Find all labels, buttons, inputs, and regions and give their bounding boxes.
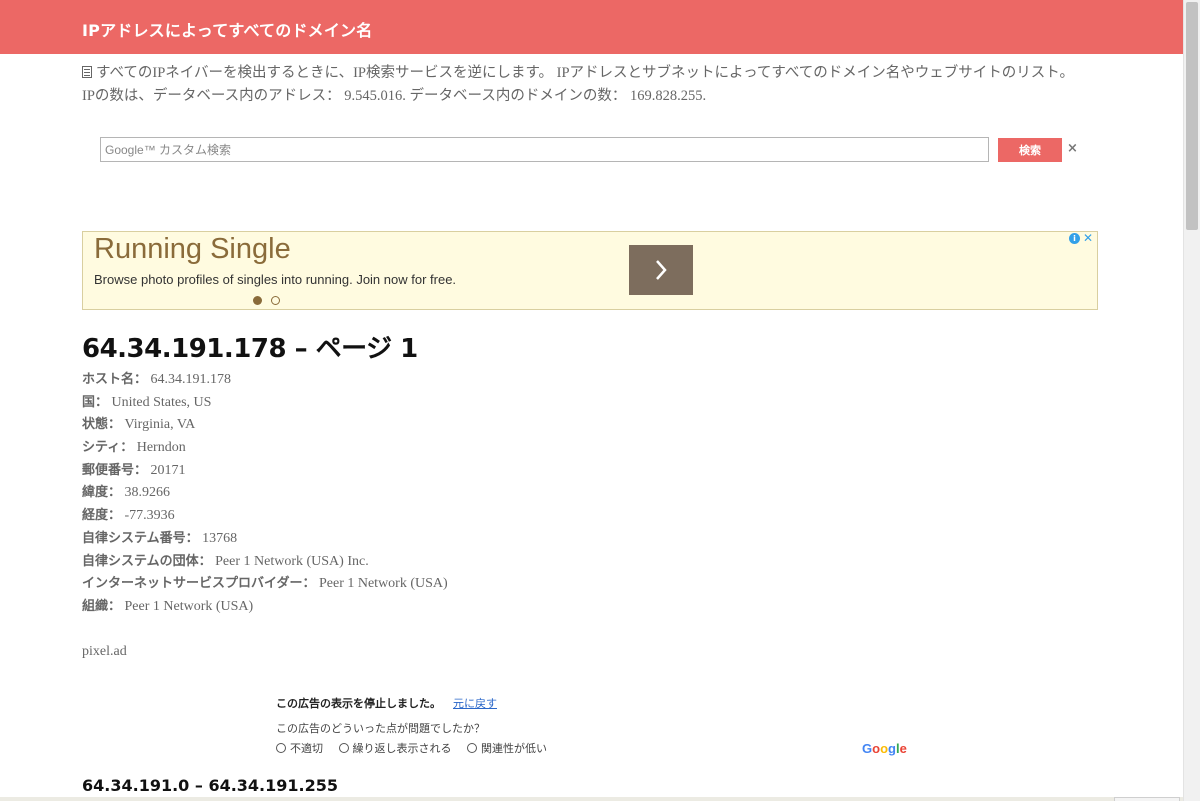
detail-row-state: 状態： Virginia, VA xyxy=(82,414,782,437)
site-header: IPアドレスによってすべてのドメイン名 xyxy=(0,0,1183,54)
detail-value: 13768 xyxy=(202,530,238,546)
pixel-ad-text: pixel.ad xyxy=(82,644,127,659)
feedback-option-inappropriate[interactable]: 不適切 xyxy=(276,740,323,756)
document-icon xyxy=(82,66,92,78)
scrollbar-thumb[interactable] xyxy=(1186,2,1198,230)
ad-feedback-panel: この広告の表示を停止しました。 元に戻す この広告のどういった点が問題でしたか？… xyxy=(276,695,916,765)
detail-value: 38.9266 xyxy=(124,485,171,501)
status-bar xyxy=(0,797,1183,801)
detail-label: インターネットサービスプロバイダー： xyxy=(82,576,316,592)
detail-row-organization: 組織： Peer 1 Network (USA) xyxy=(82,596,782,619)
ad-banner[interactable]: Running Single Browse photo profiles of … xyxy=(82,231,1098,310)
detail-label: 状態： xyxy=(82,417,122,433)
radio-button[interactable] xyxy=(276,743,286,753)
page-title: 64.34.191.178 – ページ 1 xyxy=(82,334,418,364)
google-logo: Google xyxy=(862,741,907,756)
carousel-dot-2[interactable] xyxy=(271,296,280,305)
detail-row-longitude: 経度： -77.3936 xyxy=(82,505,782,528)
radio-button[interactable] xyxy=(338,743,349,753)
subnet-heading: 64.34.191.0 – 64.34.191.255 xyxy=(82,776,338,795)
detail-row-country: 国： United States, US xyxy=(82,392,782,415)
detail-value: 20171 xyxy=(150,462,186,478)
chevron-right-icon xyxy=(656,260,667,280)
detail-label: 緯度： xyxy=(82,485,122,501)
feedback-option-irrelevant[interactable]: 関連性が低い xyxy=(467,740,547,756)
carousel-dot-1[interactable] xyxy=(253,296,262,305)
detail-row-asn: 自律システム番号： 13768 xyxy=(82,528,782,551)
ad-feedback-options: 不適切 繰り返し表示される 関連性が低い xyxy=(276,740,559,756)
detail-label: 経度： xyxy=(82,508,122,524)
detail-label: 郵便番号： xyxy=(82,462,148,478)
detail-row-city: シティ： Herndon xyxy=(82,437,782,460)
detail-value: Peer 1 Network (USA) Inc. xyxy=(215,553,369,569)
detail-label: 自律システム番号： xyxy=(82,530,199,546)
detail-value: Peer 1 Network (USA) xyxy=(318,576,448,592)
detail-label: 自律システムの団体： xyxy=(82,553,212,569)
detail-value: Virginia, VA xyxy=(124,417,196,433)
ad-feedback-question: この広告のどういった点が問題でしたか？ xyxy=(276,722,485,735)
detail-label: 国： xyxy=(82,394,109,410)
status-bar-panel xyxy=(1114,797,1180,801)
intro-paragraph: すべてのIPネイバーを検出するときに、IP検索サービスを逆にします。 IPアドレ… xyxy=(82,62,1082,108)
detail-row-as-organization: 自律システムの団体： Peer 1 Network (USA) Inc. xyxy=(82,551,782,574)
detail-value: United States, US xyxy=(111,394,212,410)
ad-next-button[interactable] xyxy=(629,245,693,295)
close-icon[interactable]: × xyxy=(1067,141,1078,156)
detail-label: ホスト名： xyxy=(82,372,148,387)
info-icon[interactable]: i xyxy=(1069,233,1080,244)
undo-link[interactable]: 元に戻す xyxy=(453,695,497,711)
detail-value: 64.34.191.178 xyxy=(150,372,232,387)
detail-label: 組織： xyxy=(82,598,122,614)
option-label: 関連性が低い xyxy=(481,742,547,755)
detail-value: -77.3936 xyxy=(124,508,175,524)
detail-label: シティ： xyxy=(82,440,134,456)
option-label: 不適切 xyxy=(290,742,323,755)
option-label: 繰り返し表示される xyxy=(352,742,452,755)
detail-value: Herndon xyxy=(136,440,186,456)
detail-row-isp: インターネットサービスプロバイダー： Peer 1 Network (USA) xyxy=(82,573,782,596)
detail-row-latitude: 緯度： 38.9266 xyxy=(82,482,782,505)
search-input[interactable] xyxy=(100,137,989,162)
ad-title[interactable]: Running Single xyxy=(94,233,291,266)
page-scrollbar[interactable] xyxy=(1183,0,1200,801)
radio-button[interactable] xyxy=(467,743,477,753)
ad-stopped-text: この広告の表示を停止しました。 xyxy=(276,697,441,710)
detail-row-hostname: ホスト名： 64.34.191.178 xyxy=(82,369,782,392)
ip-details-list: ホスト名： 64.34.191.178 国： United States, US… xyxy=(82,369,782,619)
ad-text[interactable]: Browse photo profiles of singles into ru… xyxy=(94,272,456,287)
detail-value: Peer 1 Network (USA) xyxy=(124,598,254,614)
detail-row-postal-code: 郵便番号： 20171 xyxy=(82,460,782,483)
ad-close-icon[interactable]: ✕ xyxy=(1083,231,1093,245)
site-title-link[interactable]: IPアドレスによってすべてのドメイン名 xyxy=(82,17,372,41)
search-button[interactable]: 検索 xyxy=(998,138,1062,162)
intro-text: すべてのIPネイバーを検出するときに、IP検索サービスを逆にします。 IPアドレ… xyxy=(82,65,1074,104)
feedback-option-repetitive[interactable]: 繰り返し表示される xyxy=(338,740,452,756)
